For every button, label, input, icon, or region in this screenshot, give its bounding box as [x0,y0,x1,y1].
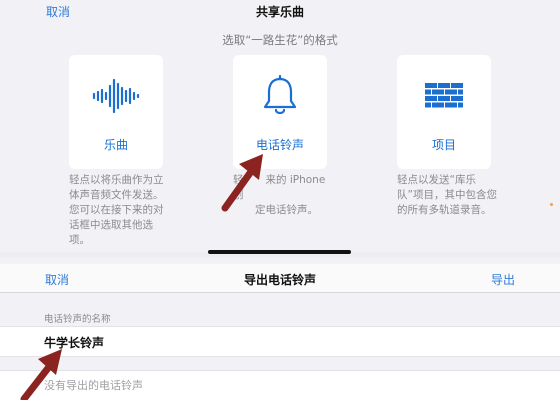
option-project-description: 轻点以发送“库乐队”项目，其中包含您的所有多轨道录音。 [397,174,497,216]
option-project-card[interactable]: 项目 [397,55,491,169]
option-song-label: 乐曲 [103,138,128,152]
export-button[interactable]: 导出 [491,271,515,288]
option-project-label: 项目 [431,138,456,152]
ringtone-name-field[interactable]: 牛学长铃声 [0,326,560,357]
share-title: 共享乐曲 [255,5,304,19]
export-navbar: 取消 导出电话铃声 导出 [0,264,560,293]
ringtone-name-caption: 电话铃声的名称 [44,314,111,325]
annotation-arrow-lower [20,349,62,400]
option-song-description: 轻点以将乐曲作为立体声音频文件发送。您可以在接下来的对话框中选取其他选项。 [69,174,164,246]
export-title: 导出电话铃声 [243,273,316,287]
edge-dot [550,203,553,206]
brick-wall-icon [397,73,491,119]
share-navbar: 取消 共享乐曲 [0,0,560,22]
share-sheet: 取消 共享乐曲 选取“一路生花”的格式 乐曲 轻点以将乐曲作为立体声音频文件发送… [0,0,560,252]
share-subtitle: 选取“一路生花”的格式 [222,33,338,47]
option-song-card[interactable]: 乐曲 [69,55,163,169]
waveform-icon [69,73,163,119]
annotation-arrow-upper [221,154,263,212]
exported-ringtones-list: 没有导出的电话铃声 [0,370,560,401]
bell-icon [233,73,327,119]
sheet-grabber[interactable] [208,250,351,254]
